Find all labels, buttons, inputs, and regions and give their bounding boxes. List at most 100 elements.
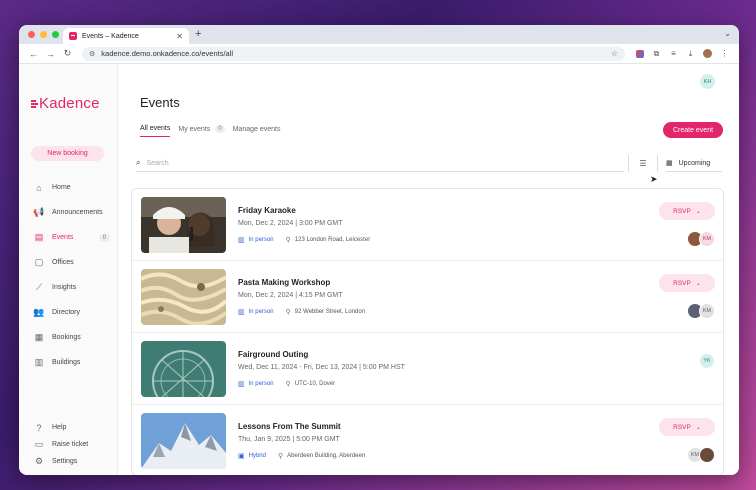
upcoming-filter-dropdown[interactable]: ▦ Upcoming bbox=[666, 155, 722, 172]
user-avatar[interactable]: KH bbox=[700, 74, 715, 89]
tab-my-events[interactable]: My events 0 bbox=[178, 125, 225, 137]
sidebar-item-label: Offices bbox=[52, 259, 74, 266]
reload-icon[interactable]: ↻ bbox=[59, 48, 76, 59]
create-event-button[interactable]: Create event bbox=[663, 122, 723, 138]
event-type-label: In person bbox=[248, 237, 274, 243]
event-type-label: Hybrid bbox=[248, 453, 266, 459]
back-icon[interactable]: ← bbox=[25, 49, 42, 59]
search-input[interactable]: ⌕ Search bbox=[136, 155, 624, 172]
event-row[interactable]: Fairground Outing Wed, Dec 11, 2024 - Fr… bbox=[132, 333, 723, 405]
event-title[interactable]: Fairground Outing bbox=[238, 350, 308, 359]
forward-icon[interactable]: → bbox=[42, 49, 59, 59]
profile-icon[interactable] bbox=[699, 49, 716, 58]
event-meta: ▥ In person ⚲ 123 London Road, Leicester bbox=[238, 236, 370, 244]
event-meta: ▥ In person ⚲ 92 Webber Street, London bbox=[238, 308, 365, 316]
rsvp-label: RSVP bbox=[673, 207, 691, 215]
window-controls bbox=[28, 31, 59, 38]
events-list: Friday Karaoke Mon, Dec 2, 2024 | 3:00 P… bbox=[131, 188, 724, 475]
tab-search-icon[interactable]: ⌄ bbox=[724, 29, 731, 38]
kadence-logo[interactable]: Kadence bbox=[31, 95, 100, 112]
sidebar-item-insights[interactable]: ⟋ Insights bbox=[19, 275, 118, 300]
rsvp-button[interactable]: RSVP ⌄ bbox=[659, 418, 715, 436]
event-meta: ▥ In person ⚲ UTC-10, Dover bbox=[238, 380, 335, 388]
sidebar-item-events[interactable]: ▤ Events 0 bbox=[19, 225, 118, 250]
people-icon: 👥 bbox=[33, 307, 45, 317]
sidebar-item-raise-ticket[interactable]: ▭ Raise ticket bbox=[19, 436, 118, 453]
tab-title: Events – Kadence bbox=[82, 32, 139, 40]
close-window-button[interactable] bbox=[28, 31, 35, 38]
event-location: 123 London Road, Leicester bbox=[294, 237, 371, 243]
site-info-icon[interactable]: ⚙ bbox=[89, 50, 95, 58]
sidebar-item-announcements[interactable]: 📢 Announcements bbox=[19, 200, 118, 225]
kadence-favicon-icon bbox=[69, 32, 77, 40]
sidebar-item-offices[interactable]: ▢ Offices bbox=[19, 250, 118, 275]
location-pin-icon: ⚲ bbox=[285, 381, 291, 388]
close-tab-icon[interactable]: ✕ bbox=[176, 32, 183, 41]
my-events-count-badge: 0 bbox=[215, 125, 225, 133]
download-icon[interactable]: ⤓ bbox=[682, 49, 699, 59]
attendee-avatars: KM bbox=[687, 231, 715, 247]
logo-text: Kadence bbox=[39, 95, 100, 112]
events-count-badge: 0 bbox=[98, 233, 110, 242]
sidebar-item-label: Raise ticket bbox=[52, 441, 89, 448]
bookmark-star-icon[interactable]: ☆ bbox=[611, 49, 618, 58]
event-type: ▣ Hybrid bbox=[238, 452, 266, 460]
media-control-icon[interactable]: ≡ bbox=[665, 49, 682, 58]
address-bar[interactable]: ⚙ kadence.demo.onkadence.co/events/all ☆ bbox=[82, 46, 625, 61]
attendee-photo-avatar bbox=[699, 447, 715, 463]
sidebar-item-settings[interactable]: ⚙ Settings bbox=[19, 453, 118, 470]
gear-icon: ⚙ bbox=[34, 456, 44, 466]
calendar-icon: ▦ bbox=[666, 160, 673, 167]
sidebar-item-bookings[interactable]: ▦ Bookings bbox=[19, 325, 118, 350]
event-title[interactable]: Pasta Making Workshop bbox=[238, 278, 330, 287]
sidebar-bottom-nav: ? Help ▭ Raise ticket ⚙ Settings bbox=[19, 419, 118, 470]
sidebar-item-directory[interactable]: 👥 Directory bbox=[19, 300, 118, 325]
browser-menu-icon[interactable]: ⋮ bbox=[716, 49, 733, 58]
browser-tab[interactable]: Events – Kadence ✕ bbox=[63, 28, 189, 44]
event-meta: ▣ Hybrid ⚲ Aberdeen Building, Aberdeen bbox=[238, 452, 365, 460]
event-row[interactable]: Pasta Making Workshop Mon, Dec 2, 2024 |… bbox=[132, 261, 723, 333]
attendee-avatars: YK bbox=[699, 353, 715, 369]
tab-label: Manage events bbox=[232, 125, 281, 133]
filter-button[interactable]: ☰ bbox=[628, 155, 658, 172]
chevron-down-icon: ⌄ bbox=[695, 280, 701, 287]
help-icon: ? bbox=[36, 422, 42, 433]
calendar-icon: ▤ bbox=[34, 232, 44, 242]
puzzle-extensions-icon[interactable]: ⧉ bbox=[648, 49, 665, 59]
event-date: Mon, Dec 2, 2024 | 3:00 PM GMT bbox=[238, 220, 343, 227]
event-title[interactable]: Lessons From The Summit bbox=[238, 422, 341, 431]
rsvp-label: RSVP bbox=[673, 423, 691, 431]
event-type-label: In person bbox=[248, 309, 274, 315]
tab-strip: Events – Kadence ✕ + ⌄ bbox=[19, 25, 739, 44]
address-toolbar: ← → ↻ ⚙ kadence.demo.onkadence.co/events… bbox=[19, 44, 739, 64]
extension-icon[interactable] bbox=[631, 49, 648, 58]
rsvp-button[interactable]: RSVP ⌄ bbox=[659, 274, 715, 292]
page-title: Events bbox=[140, 95, 180, 110]
tab-manage-events[interactable]: Manage events bbox=[233, 125, 281, 137]
rsvp-button[interactable]: RSVP ⌄ bbox=[659, 202, 715, 220]
location-pin-icon: ⚲ bbox=[285, 309, 291, 316]
sidebar-item-buildings[interactable]: ▥ Buildings bbox=[19, 350, 118, 375]
new-booking-button[interactable]: New booking bbox=[31, 146, 104, 161]
minimize-window-button[interactable] bbox=[40, 31, 47, 38]
sidebar-item-help[interactable]: ? Help bbox=[19, 419, 118, 436]
new-tab-icon[interactable]: + bbox=[195, 28, 201, 40]
mouse-cursor-icon: ➤ bbox=[650, 174, 658, 184]
sidebar-item-label: Bookings bbox=[52, 334, 81, 341]
chevron-down-icon: ⌄ bbox=[695, 208, 701, 215]
tab-all-events[interactable]: All events bbox=[140, 125, 171, 137]
event-row[interactable]: Lessons From The Summit Thu, Jan 9, 2025… bbox=[132, 405, 723, 475]
event-type: ▥ In person bbox=[238, 380, 274, 388]
event-row[interactable]: Friday Karaoke Mon, Dec 2, 2024 | 3:00 P… bbox=[132, 189, 723, 261]
main-content: KH Events All events My events 0 Manage … bbox=[118, 64, 739, 475]
sidebar-item-label: Buildings bbox=[52, 359, 81, 366]
sidebar: Kadence New booking ⌂ Home 📢 Announcemen… bbox=[19, 64, 118, 475]
home-icon: ⌂ bbox=[36, 182, 42, 193]
sidebar-item-home[interactable]: ⌂ Home bbox=[19, 175, 118, 200]
building-icon: ▥ bbox=[238, 381, 245, 388]
bookings-icon: ▦ bbox=[34, 332, 44, 342]
event-title[interactable]: Friday Karaoke bbox=[238, 206, 296, 215]
browser-window: Events – Kadence ✕ + ⌄ ← → ↻ ⚙ kadence.d… bbox=[19, 25, 739, 475]
maximize-window-button[interactable] bbox=[52, 31, 59, 38]
tab-label: All events bbox=[140, 125, 171, 132]
